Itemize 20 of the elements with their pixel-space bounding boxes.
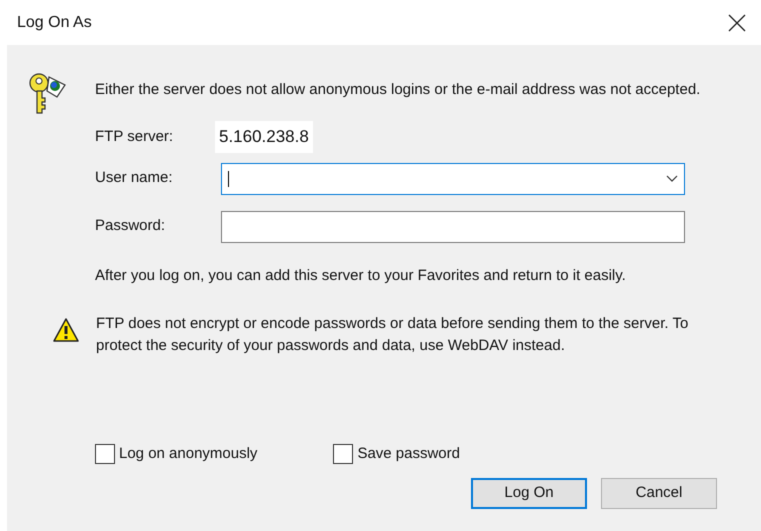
window-title: Log On As [17, 12, 92, 32]
info-text: After you log on, you can add this server to your Favorites and return to it easily. [95, 266, 627, 286]
field-label: FTP server: [95, 126, 174, 146]
checkbox[interactable] [333, 444, 354, 464]
checkbox-label: Log on anonymously [119, 444, 258, 464]
cancel-button[interactable]: Cancel [601, 478, 717, 508]
server-address: 5.160.238.8 [215, 121, 313, 152]
warning-text: FTP does not encrypt or encode passwords or data before sending them to the server. To protect the security of your passwords and data, use WebDAV instead. [96, 314, 690, 356]
close-icon [728, 14, 746, 32]
checkbox-label: Save password [357, 444, 460, 464]
field-label: Password: [95, 216, 166, 236]
log-on-button[interactable]: Log On [471, 478, 587, 508]
warning-icon [52, 317, 80, 343]
field-label: User name: [95, 168, 174, 188]
checkbox[interactable] [95, 444, 115, 464]
chevron-down-icon[interactable] [666, 174, 678, 182]
text-cursor [228, 170, 229, 186]
password-field[interactable] [221, 210, 685, 242]
error-message: Either the server does not allow anonymous logins or the e-mail address was not accepted. [95, 80, 702, 100]
username-combo-box[interactable] [221, 162, 685, 194]
